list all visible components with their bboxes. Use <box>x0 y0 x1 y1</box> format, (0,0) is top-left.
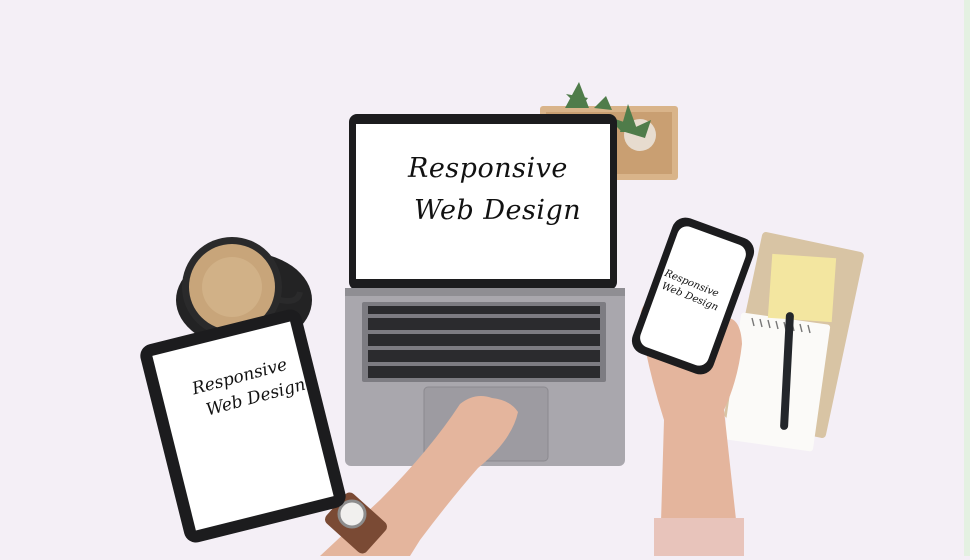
scene-graphic <box>0 0 970 556</box>
photo-scene: Responsive Web Design Responsive Web Des… <box>0 0 970 556</box>
photo-edge <box>964 0 970 556</box>
laptop-screen-line1: Responsive <box>408 153 568 184</box>
laptop-screen-line2: Web Design <box>414 195 582 226</box>
